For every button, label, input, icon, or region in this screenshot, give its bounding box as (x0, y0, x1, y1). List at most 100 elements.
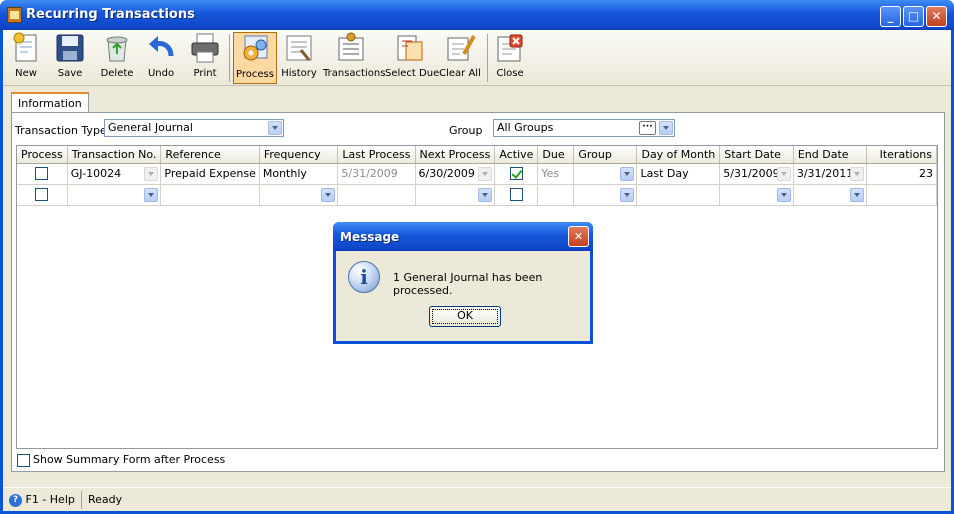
select-due-button[interactable]: Select Due (385, 32, 439, 84)
transaction-no-cell[interactable]: GJ-10024 (67, 163, 162, 185)
close-window-button[interactable]: ✕ (926, 6, 947, 27)
toolbar-separator (487, 34, 488, 82)
help-link[interactable]: ? F1 - Help (9, 493, 75, 507)
transaction-no-cell[interactable] (67, 184, 162, 206)
toolbar: New Save Delete Undo Print Process Histo… (3, 30, 951, 86)
show-summary-checkbox[interactable] (17, 453, 30, 467)
column-header[interactable]: Group (573, 146, 638, 164)
chevron-down-icon[interactable] (478, 187, 493, 202)
minimize-button[interactable]: _ (880, 6, 901, 27)
dialog-close-button[interactable]: ✕ (568, 226, 589, 247)
toolbar-separator (229, 34, 230, 82)
column-header[interactable]: Last Process (337, 146, 416, 164)
recycle-bin-icon (101, 32, 133, 64)
day-of-month-cell[interactable]: Last Day (636, 163, 721, 185)
start-date-cell[interactable]: 5/31/2009 (719, 163, 794, 185)
group-cell[interactable] (573, 163, 638, 185)
end-date-cell[interactable]: 3/31/2011 (793, 163, 867, 185)
chevron-down-icon[interactable] (144, 166, 159, 181)
dialog-body: i 1 General Journal has been processed. … (336, 251, 590, 341)
maximize-button[interactable]: □ (903, 6, 924, 27)
process-cell[interactable] (17, 184, 68, 206)
end-date-cell[interactable] (793, 184, 867, 206)
chevron-down-icon[interactable] (659, 121, 673, 135)
print-button[interactable]: Print (187, 32, 223, 84)
new-button[interactable]: New (9, 32, 43, 84)
iterations-cell[interactable]: 23 (866, 163, 938, 185)
delete-button[interactable]: Delete (97, 32, 137, 84)
chevron-down-icon[interactable] (478, 166, 493, 181)
chevron-down-icon[interactable] (268, 121, 282, 135)
reference-cell[interactable] (160, 184, 260, 206)
information-icon: i (348, 261, 380, 293)
chevron-down-icon[interactable] (321, 187, 336, 202)
process-checkbox[interactable] (35, 188, 49, 202)
title-bar[interactable]: Recurring Transactions _ □ ✕ (0, 0, 954, 30)
table-row[interactable]: GJ-10024 Prepaid Expense Monthly 5/31/20… (17, 163, 938, 185)
save-button[interactable]: Save (53, 32, 87, 84)
column-header[interactable]: Next Process (415, 146, 496, 164)
process-cell[interactable] (17, 163, 68, 185)
last-process-cell (337, 184, 416, 206)
transaction-type-select[interactable]: General Journal (104, 119, 284, 137)
day-of-month-cell[interactable] (636, 184, 721, 206)
chevron-down-icon[interactable] (849, 187, 864, 202)
chevron-down-icon[interactable] (776, 166, 791, 181)
active-cell[interactable] (494, 163, 539, 185)
transactions-button[interactable]: Transactions (323, 32, 385, 84)
chevron-down-icon[interactable] (849, 166, 864, 181)
message-dialog: Message ✕ i 1 General Journal has been p… (333, 222, 593, 344)
column-header[interactable]: Start Date (719, 146, 794, 164)
active-checkbox[interactable] (509, 167, 523, 181)
group-select[interactable]: All Groups ··· (493, 119, 675, 137)
active-cell[interactable] (494, 184, 539, 206)
tab-strip: Information (11, 92, 89, 114)
column-header[interactable]: End Date (793, 146, 867, 164)
history-icon (283, 32, 315, 64)
chevron-down-icon[interactable] (620, 166, 635, 181)
column-header[interactable]: Reference (160, 146, 260, 164)
frequency-cell[interactable]: Monthly (259, 163, 339, 185)
close-button[interactable]: Close (493, 32, 527, 84)
process-checkbox[interactable] (35, 167, 49, 181)
clear-all-button[interactable]: Clear All (439, 32, 481, 84)
show-summary-option[interactable]: Show Summary Form after Process (17, 453, 225, 467)
next-process-cell[interactable] (415, 184, 496, 206)
undo-button[interactable]: Undo (143, 32, 179, 84)
help-icon: ? (9, 493, 22, 507)
group-cell[interactable] (573, 184, 638, 206)
active-checkbox[interactable] (509, 188, 523, 202)
column-header[interactable]: Active (494, 146, 539, 164)
floppy-disk-icon (54, 32, 86, 64)
tab-information[interactable]: Information (11, 92, 89, 114)
transactions-icon (335, 32, 367, 64)
column-header[interactable]: Frequency (259, 146, 339, 164)
history-button[interactable]: History (281, 32, 317, 84)
column-header[interactable]: Transaction No. (67, 146, 162, 164)
new-document-icon (10, 32, 42, 64)
process-gears-icon (239, 33, 271, 65)
undo-arrow-icon (145, 32, 177, 64)
start-date-cell[interactable] (719, 184, 794, 206)
chevron-down-icon[interactable] (776, 187, 791, 202)
group-browse-button[interactable]: ··· (639, 121, 656, 135)
dialog-title-bar[interactable]: Message ✕ (333, 222, 593, 251)
frequency-cell[interactable] (259, 184, 339, 206)
chevron-down-icon[interactable] (144, 187, 159, 202)
column-header[interactable]: Iterations (866, 146, 938, 164)
ok-button[interactable]: OK (429, 306, 501, 327)
group-label: Group (449, 124, 483, 137)
reference-cell[interactable]: Prepaid Expense (160, 163, 260, 185)
process-button[interactable]: Process (233, 32, 277, 84)
column-header[interactable]: Day of Month (636, 146, 721, 164)
iterations-cell[interactable] (866, 184, 938, 206)
close-form-icon (494, 32, 526, 64)
column-header[interactable]: Due (537, 146, 575, 164)
window-title: Recurring Transactions (26, 7, 195, 22)
chevron-down-icon[interactable] (620, 187, 635, 202)
next-process-cell[interactable]: 6/30/2009 (415, 163, 496, 185)
column-header[interactable]: Process (17, 146, 68, 164)
due-cell (537, 184, 575, 206)
table-row[interactable] (17, 184, 938, 206)
dialog-message: 1 General Journal has been processed. (393, 271, 543, 297)
